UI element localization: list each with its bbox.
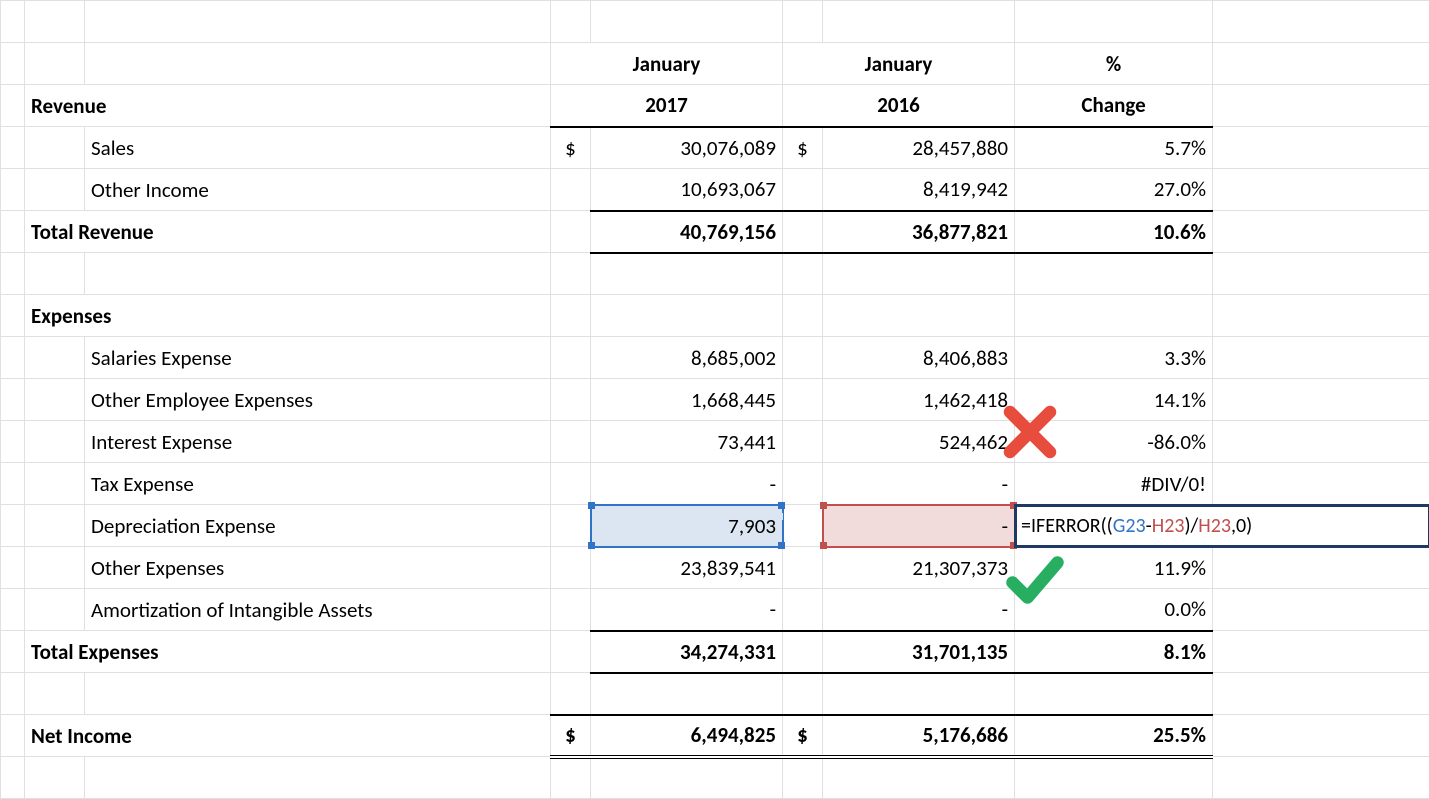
row-label-other-exp: Other Expenses bbox=[85, 547, 551, 589]
cell-other-emp-2016[interactable]: 1,462,418 bbox=[823, 379, 1015, 421]
table-row[interactable]: Revenue 2017 2016 Change bbox=[1, 85, 1429, 127]
cell-total-revenue-change[interactable]: 10.6% bbox=[1015, 211, 1213, 253]
currency-symbol: $ bbox=[783, 127, 823, 169]
cell-other-income-2017[interactable]: 10,693,067 bbox=[591, 169, 783, 211]
row-label-other-income: Other Income bbox=[85, 169, 551, 211]
row-label-sales: Sales bbox=[85, 127, 551, 169]
col-header-change: Change bbox=[1015, 85, 1213, 127]
table-row[interactable] bbox=[1, 253, 1429, 295]
cell-net-income-2016[interactable]: 5,176,686 bbox=[823, 715, 1015, 757]
cell-total-revenue-2016[interactable]: 36,877,821 bbox=[823, 211, 1015, 253]
cell-salaries-change[interactable]: 3.3% bbox=[1015, 337, 1213, 379]
table-row[interactable]: Interest Expense 73,441 524,462 -86.0% bbox=[1, 421, 1429, 463]
cell-depreciation-2016-selected[interactable]: - bbox=[823, 505, 1015, 547]
cell-other-exp-2016[interactable]: 21,307,373 bbox=[823, 547, 1015, 589]
table-row[interactable]: Total Expenses 34,274,331 31,701,135 8.1… bbox=[1, 631, 1429, 673]
cell-salaries-2017[interactable]: 8,685,002 bbox=[591, 337, 783, 379]
table-row[interactable]: Net Income $ 6,494,825 $ 5,176,686 25.5% bbox=[1, 715, 1429, 757]
cell-tax-2016[interactable]: - bbox=[823, 463, 1015, 505]
spreadsheet-grid[interactable]: January January % Revenue 2017 2016 Chan… bbox=[0, 0, 1429, 799]
col-header-2017-month: January bbox=[551, 43, 783, 85]
cell-amort-2016[interactable]: - bbox=[823, 589, 1015, 631]
cell-other-emp-2017[interactable]: 1,668,445 bbox=[591, 379, 783, 421]
table-row[interactable]: Depreciation Expense 7,903 - =IFERROR((G… bbox=[1, 505, 1429, 547]
cell-total-exp-2016[interactable]: 31,701,135 bbox=[823, 631, 1015, 673]
cell-total-exp-2017[interactable]: 34,274,331 bbox=[591, 631, 783, 673]
cell-other-emp-change[interactable]: 14.1% bbox=[1015, 379, 1213, 421]
cell-total-exp-change[interactable]: 8.1% bbox=[1015, 631, 1213, 673]
cell-sales-change[interactable]: 5.7% bbox=[1015, 127, 1213, 169]
cell-sales-2017[interactable]: 30,076,089 bbox=[591, 127, 783, 169]
row-label-total-revenue: Total Revenue bbox=[25, 211, 551, 253]
cell-interest-change[interactable]: -86.0% bbox=[1015, 421, 1213, 463]
col-header-2016-month: January bbox=[783, 43, 1015, 85]
col-header-2017-year: 2017 bbox=[551, 85, 783, 127]
table-row[interactable] bbox=[1, 757, 1429, 799]
cell-sales-2016[interactable]: 28,457,880 bbox=[823, 127, 1015, 169]
cell-net-income-change[interactable]: 25.5% bbox=[1015, 715, 1213, 757]
row-label-amort: Amortization of Intangible Assets bbox=[85, 589, 551, 631]
cell-amort-change[interactable]: 0.0% bbox=[1015, 589, 1213, 631]
cell-tax-change-error[interactable]: #DIV/0! bbox=[1015, 463, 1213, 505]
cell-other-exp-2017[interactable]: 23,839,541 bbox=[591, 547, 783, 589]
currency-symbol: $ bbox=[551, 127, 591, 169]
cell-interest-2017[interactable]: 73,441 bbox=[591, 421, 783, 463]
row-label-tax: Tax Expense bbox=[85, 463, 551, 505]
cell-tax-2017[interactable]: - bbox=[591, 463, 783, 505]
currency-symbol: $ bbox=[783, 715, 823, 757]
cell-amort-2017[interactable]: - bbox=[591, 589, 783, 631]
table-row[interactable]: Salaries Expense 8,685,002 8,406,883 3.3… bbox=[1, 337, 1429, 379]
cell-formula-editing[interactable]: =IFERROR((G23-H23)/H23,0) bbox=[1015, 505, 1429, 547]
cell-salaries-2016[interactable]: 8,406,883 bbox=[823, 337, 1015, 379]
table-row[interactable] bbox=[1, 673, 1429, 715]
table-row[interactable]: Other Income 10,693,067 8,419,942 27.0% bbox=[1, 169, 1429, 211]
col-header-change-pct: % bbox=[1015, 43, 1213, 85]
section-revenue: Revenue bbox=[25, 85, 551, 127]
table-row[interactable]: Amortization of Intangible Assets - - 0.… bbox=[1, 589, 1429, 631]
cell-total-revenue-2017[interactable]: 40,769,156 bbox=[591, 211, 783, 253]
table-row[interactable]: Sales $ 30,076,089 $ 28,457,880 5.7% bbox=[1, 127, 1429, 169]
cell-depreciation-2017-selected[interactable]: 7,903 bbox=[591, 505, 783, 547]
row-label-net-income: Net Income bbox=[25, 715, 551, 757]
cell-other-income-change[interactable]: 27.0% bbox=[1015, 169, 1213, 211]
table-row[interactable]: Tax Expense - - #DIV/0! bbox=[1, 463, 1429, 505]
table-row[interactable] bbox=[1, 1, 1429, 43]
row-label-interest: Interest Expense bbox=[85, 421, 551, 463]
cell-net-income-2017[interactable]: 6,494,825 bbox=[591, 715, 783, 757]
table-row[interactable]: January January % bbox=[1, 43, 1429, 85]
row-label-salaries: Salaries Expense bbox=[85, 337, 551, 379]
cell-other-income-2016[interactable]: 8,419,942 bbox=[823, 169, 1015, 211]
table-row[interactable]: Other Expenses 23,839,541 21,307,373 11.… bbox=[1, 547, 1429, 589]
row-label-total-expenses: Total Expenses bbox=[25, 631, 551, 673]
currency-symbol: $ bbox=[551, 715, 591, 757]
table-row[interactable]: Total Revenue 40,769,156 36,877,821 10.6… bbox=[1, 211, 1429, 253]
col-header-2016-year: 2016 bbox=[783, 85, 1015, 127]
row-label-depreciation: Depreciation Expense bbox=[85, 505, 551, 547]
cell-other-exp-change[interactable]: 11.9% bbox=[1015, 547, 1213, 589]
table-row[interactable]: Expenses bbox=[1, 295, 1429, 337]
cell-interest-2016[interactable]: 524,462 bbox=[823, 421, 1015, 463]
row-label-other-emp: Other Employee Expenses bbox=[85, 379, 551, 421]
table-row[interactable]: Other Employee Expenses 1,668,445 1,462,… bbox=[1, 379, 1429, 421]
section-expenses: Expenses bbox=[25, 295, 551, 337]
